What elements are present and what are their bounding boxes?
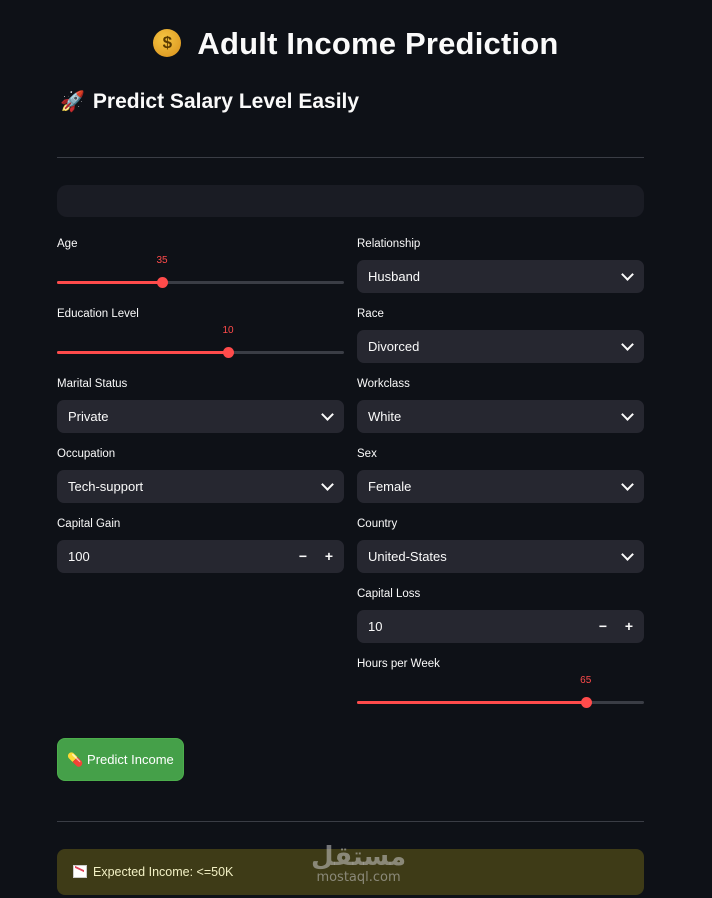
workclass-value: White — [368, 409, 402, 424]
chevron-down-icon — [621, 268, 634, 281]
capital-loss-label: Capital Loss — [357, 588, 421, 600]
occupation-select[interactable]: Tech-support — [57, 470, 344, 503]
capital-loss-input[interactable]: 10 − + — [357, 610, 644, 643]
capital-loss-decrement-button[interactable]: − — [590, 610, 616, 643]
capital-gain-increment-button[interactable]: + — [316, 540, 342, 573]
predict-income-button[interactable]: 💊 Predict Income — [57, 738, 184, 781]
age-slider[interactable]: 35 — [57, 252, 344, 292]
age-slider-field: Age 35 — [57, 238, 344, 292]
country-label: Country — [357, 518, 398, 530]
workclass-label: Workclass — [357, 378, 410, 390]
capital-loss-increment-button[interactable]: + — [616, 610, 642, 643]
race-field: Race Divorced — [357, 308, 644, 363]
page-subtitle: 🚀 Predict Salary Level Easily — [60, 90, 360, 113]
capital-gain-label: Capital Gain — [57, 518, 121, 530]
chevron-down-icon — [621, 338, 634, 351]
marital-status-select[interactable]: Private — [57, 400, 344, 433]
marital-status-label: Marital Status — [57, 378, 128, 390]
race-value: Divorced — [368, 339, 420, 354]
pill-icon: 💊 — [67, 752, 84, 767]
relationship-field: Relationship Husband — [357, 238, 644, 293]
watermark-arabic: مستقل — [311, 842, 407, 872]
race-select[interactable]: Divorced — [357, 330, 644, 363]
capital-gain-input[interactable]: 100 − + — [57, 540, 344, 573]
watermark-latin: mostaql.com — [316, 870, 401, 885]
chart-decreasing-icon — [73, 865, 87, 879]
chevron-down-icon — [321, 408, 334, 421]
workclass-select[interactable]: White — [357, 400, 644, 433]
hours-label: Hours per Week — [357, 658, 440, 670]
occupation-value: Tech-support — [68, 479, 144, 494]
bottom-divider — [57, 821, 644, 822]
occupation-field: Occupation Tech-support — [57, 448, 344, 503]
age-slider-value: 35 — [156, 255, 168, 266]
chevron-down-icon — [321, 478, 334, 491]
occupation-label: Occupation — [57, 448, 116, 460]
chevron-down-icon — [621, 478, 634, 491]
sex-select[interactable]: Female — [357, 470, 644, 503]
marital-status-field: Marital Status Private — [57, 378, 344, 433]
capital-loss-field: Capital Loss 10 − + — [357, 588, 644, 643]
age-label: Age — [57, 238, 78, 250]
education-label: Education Level — [57, 308, 139, 320]
info-bar — [57, 185, 644, 217]
education-slider-fill — [57, 351, 229, 354]
prediction-result-text: Expected Income: <=50K — [93, 865, 234, 879]
watermark: مستقل mostaql.com — [311, 843, 406, 885]
hours-slider-fill — [357, 701, 586, 704]
race-label: Race — [357, 308, 384, 320]
sex-field: Sex Female — [357, 448, 644, 503]
capital-gain-value[interactable]: 100 — [68, 549, 90, 564]
education-slider[interactable]: 10 — [57, 322, 344, 362]
education-slider-value: 10 — [222, 325, 234, 336]
capital-gain-field: Capital Gain 100 − + — [57, 518, 344, 573]
rocket-icon: 🚀 — [60, 91, 85, 113]
hours-slider-field: Hours per Week 65 — [357, 658, 644, 712]
country-field: Country United-States — [357, 518, 644, 573]
capital-loss-value[interactable]: 10 — [368, 619, 382, 634]
age-slider-thumb[interactable] — [157, 277, 169, 288]
country-value: United-States — [368, 549, 447, 564]
relationship-label: Relationship — [357, 238, 421, 250]
chevron-down-icon — [621, 408, 634, 421]
predict-income-label: Predict Income — [87, 752, 174, 767]
money-bag-icon: $ — [153, 28, 182, 57]
relationship-select[interactable]: Husband — [357, 260, 644, 293]
chevron-down-icon — [621, 548, 634, 561]
education-slider-thumb[interactable] — [223, 347, 235, 358]
sex-label: Sex — [357, 448, 377, 460]
hours-slider-value: 65 — [580, 675, 592, 686]
marital-status-value: Private — [68, 409, 109, 424]
country-select[interactable]: United-States — [357, 540, 644, 573]
hours-slider-thumb[interactable] — [580, 697, 592, 708]
sex-value: Female — [368, 479, 412, 494]
hours-slider[interactable]: 65 — [357, 672, 644, 712]
capital-gain-decrement-button[interactable]: − — [290, 540, 316, 573]
relationship-value: Husband — [368, 269, 421, 284]
age-slider-fill — [57, 281, 163, 284]
page-title: $ Adult Income Prediction — [0, 26, 712, 62]
workclass-field: Workclass White — [357, 378, 644, 433]
top-divider — [57, 157, 644, 158]
education-slider-field: Education Level 10 — [57, 308, 344, 362]
